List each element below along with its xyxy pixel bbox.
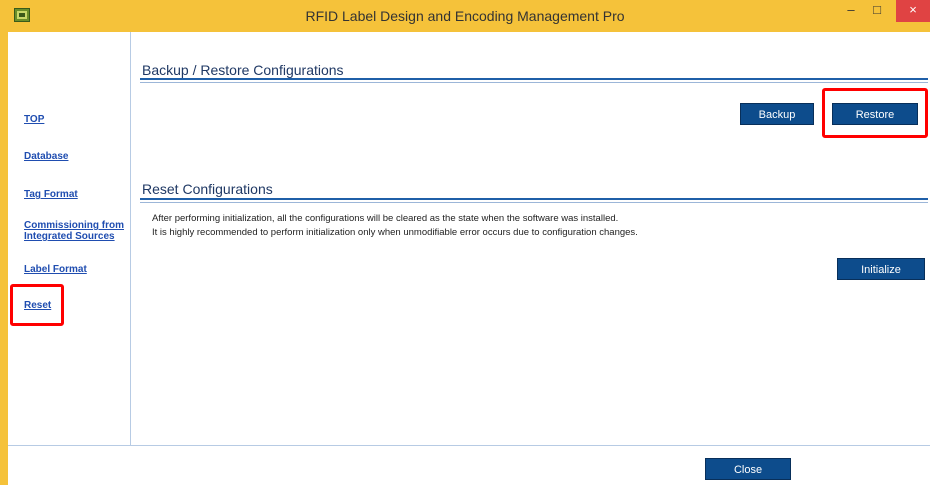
main-panel: Backup / Restore Configurations Backup R…	[140, 32, 930, 445]
restore-highlight-box	[822, 88, 928, 138]
reset-description-line2: It is highly recommended to perform init…	[152, 227, 638, 238]
backup-section-rule-thin	[140, 82, 928, 83]
sidebar-item-commissioning-line2: Integrated Sources	[24, 231, 115, 242]
maximize-icon[interactable]: □	[864, 0, 890, 22]
reset-highlight-box	[10, 284, 64, 326]
footer-bar: Close	[8, 445, 930, 486]
sidebar-item-commissioning-line1: Commissioning from	[24, 220, 125, 231]
window-title: RFID Label Design and Encoding Managemen…	[305, 8, 625, 24]
sidebar-item-label-format[interactable]: Label Format	[24, 264, 87, 275]
reset-description-line1: After performing initialization, all the…	[152, 213, 619, 224]
client-area: TOP Database Tag Format Commissioning fr…	[8, 32, 930, 486]
reset-section-rule-thin	[140, 202, 928, 203]
close-button[interactable]: Close	[705, 458, 791, 480]
sidebar-item-database[interactable]: Database	[24, 151, 68, 162]
title-bar: RFID Label Design and Encoding Managemen…	[0, 0, 930, 32]
sidebar-item-top[interactable]: TOP	[24, 114, 44, 125]
reset-section-title: Reset Configurations	[142, 181, 273, 197]
backup-button[interactable]: Backup	[740, 103, 814, 125]
sidebar: TOP Database Tag Format Commissioning fr…	[8, 32, 131, 445]
minimize-icon[interactable]: –	[838, 0, 864, 22]
sidebar-item-commissioning[interactable]: Commissioning from Integrated Sources	[24, 220, 124, 242]
reset-section-rule	[140, 198, 928, 200]
close-window-icon[interactable]: ×	[896, 0, 930, 22]
initialize-button[interactable]: Initialize	[837, 258, 925, 280]
backup-section-title: Backup / Restore Configurations	[142, 62, 344, 78]
backup-section-rule	[140, 78, 928, 80]
sidebar-item-tag-format[interactable]: Tag Format	[24, 189, 78, 200]
